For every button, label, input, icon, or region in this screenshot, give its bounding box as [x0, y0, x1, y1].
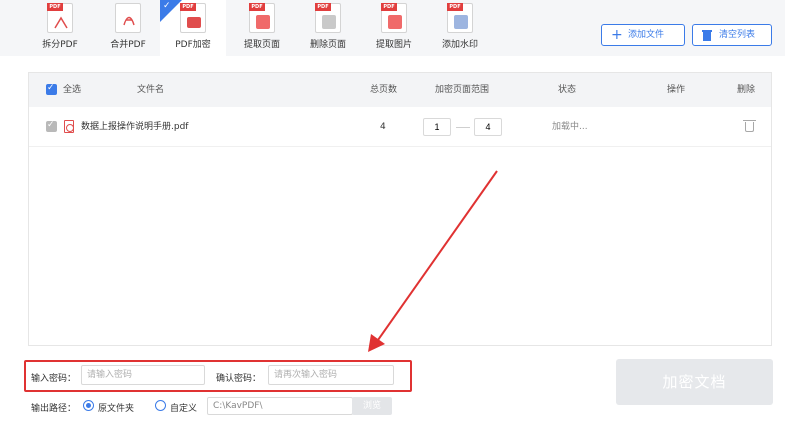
- check-icon: ✓: [47, 120, 55, 130]
- col-encrypt-range: 加密页面范围: [435, 85, 490, 95]
- file-name: 数据上报操作说明手册.pdf: [81, 122, 189, 132]
- tool-add-watermark[interactable]: PDF 添加水印: [434, 0, 486, 56]
- pdf-file-icon: [64, 120, 74, 133]
- toolbar: PDF 拆分PDF 合并PDF ✓ PDF PDF加密 PDF 提取页面 PDF…: [0, 0, 785, 56]
- col-status: 状态: [558, 85, 577, 95]
- tool-label: 添加水印: [441, 40, 478, 50]
- output-path-input[interactable]: [207, 397, 353, 415]
- check-icon: ✓: [163, 1, 171, 11]
- tool-pdf-encrypt[interactable]: ✓ PDF PDF加密: [160, 0, 226, 56]
- plus-icon: +: [611, 27, 623, 43]
- tool-split-pdf[interactable]: PDF 拆分PDF: [38, 0, 82, 56]
- tool-label: PDF加密: [175, 40, 211, 50]
- tool-extract-images[interactable]: PDF 提取图片: [368, 0, 420, 56]
- output-path-label: 输出路径：: [31, 404, 77, 414]
- merge-pdf-icon: [115, 3, 141, 33]
- original-folder-label: 原文件夹: [98, 404, 135, 414]
- radio-original-folder[interactable]: [83, 400, 94, 411]
- password-label: 输入密码：: [31, 374, 77, 384]
- browse-button[interactable]: 浏览: [352, 397, 392, 415]
- extract-images-icon: PDF: [381, 3, 407, 33]
- tool-extract-pages[interactable]: PDF 提取页面: [236, 0, 288, 56]
- delete-pages-icon: PDF: [315, 3, 341, 33]
- total-pages: 4: [380, 122, 386, 132]
- confirm-password-label: 确认密码：: [216, 374, 262, 384]
- radio-custom[interactable]: [155, 400, 166, 411]
- extract-pages-icon: PDF: [249, 3, 275, 33]
- trash-icon: [702, 30, 712, 41]
- table-row: ✓ 数据上报操作说明手册.pdf 4 加载中...: [29, 107, 771, 147]
- select-all-label: 全选: [63, 85, 82, 95]
- add-file-button[interactable]: + 添加文件: [601, 24, 685, 46]
- encrypt-document-button[interactable]: 加密文档: [616, 359, 773, 405]
- watermark-icon: PDF: [447, 3, 473, 33]
- tool-delete-pages[interactable]: PDF 删除页面: [302, 0, 354, 56]
- col-action: 操作: [667, 85, 686, 95]
- tool-label: 提取页面: [243, 40, 280, 50]
- tool-merge-pdf[interactable]: 合并PDF: [104, 0, 152, 56]
- password-input[interactable]: [81, 365, 205, 385]
- col-filename: 文件名: [137, 85, 165, 95]
- tool-label: 合并PDF: [110, 40, 146, 50]
- table-header: ✓ 全选 文件名 总页数 加密页面范围 状态 操作 删除: [29, 73, 771, 107]
- delete-row-icon[interactable]: [743, 120, 756, 132]
- col-delete: 删除: [737, 85, 756, 95]
- custom-label: 自定义: [170, 404, 198, 414]
- range-from-input[interactable]: [423, 118, 451, 136]
- tool-label: 删除页面: [309, 40, 346, 50]
- col-total-pages: 总页数: [370, 85, 398, 95]
- range-separator: [456, 127, 470, 128]
- file-list-panel: ✓ 全选 文件名 总页数 加密页面范围 状态 操作 删除 ✓ 数据上报操作说明手…: [28, 72, 772, 346]
- confirm-password-input[interactable]: [268, 365, 394, 385]
- row-checkbox[interactable]: ✓: [46, 120, 57, 132]
- split-pdf-icon: PDF: [47, 3, 73, 33]
- tool-label: 拆分PDF: [42, 40, 78, 50]
- tool-label: 提取图片: [375, 40, 412, 50]
- select-all-checkbox[interactable]: ✓: [46, 83, 57, 95]
- status-text: 加载中...: [552, 122, 588, 132]
- clear-list-button[interactable]: 清空列表: [692, 24, 772, 46]
- check-icon: ✓: [47, 83, 55, 93]
- encrypt-pdf-icon: PDF: [180, 3, 206, 33]
- range-to-input[interactable]: [474, 118, 502, 136]
